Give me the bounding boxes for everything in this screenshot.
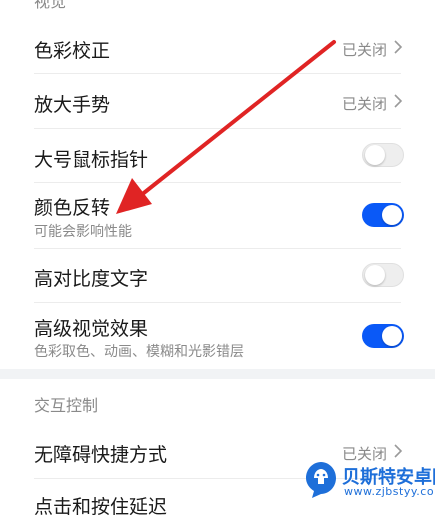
watermark-url: www.zjbstyy.com: [344, 485, 435, 498]
watermark: 贝斯特安卓网 www.zjbstyy.com: [300, 458, 435, 503]
watermark-logo-icon: [306, 462, 336, 498]
annotation-arrow: [116, 40, 336, 214]
